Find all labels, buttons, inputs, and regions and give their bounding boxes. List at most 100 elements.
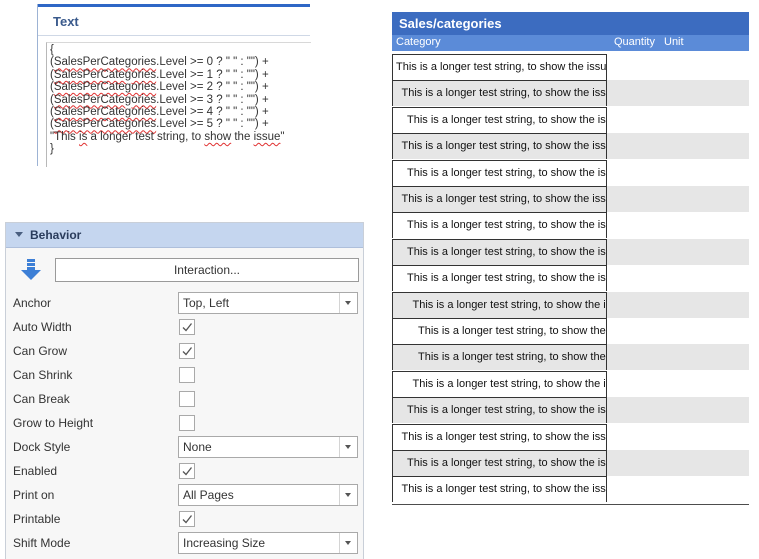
report-row: This is a longer test string, to show th… (392, 344, 749, 371)
category-cell: This is a longer test string, to show th… (392, 54, 607, 80)
category-text: This is a longer test string, to show th… (412, 298, 607, 311)
can-break-checkbox[interactable] (179, 391, 195, 407)
can-shrink-checkbox[interactable] (179, 367, 195, 383)
property-row-enabled: Enabled (6, 459, 363, 483)
category-text: This is a longer test string, to show th… (396, 61, 607, 73)
report-row: This is a longer test string, to show th… (392, 106, 749, 133)
category-text: This is a longer test string, to show th… (407, 272, 607, 285)
print-on-dropdown[interactable]: All Pages (178, 484, 358, 506)
property-label: Can Shrink (13, 368, 73, 382)
property-label: Can Break (13, 392, 70, 406)
triangle-down-icon[interactable] (15, 232, 23, 237)
property-row-printable: Printable (6, 507, 363, 531)
text-panel-header: Text (38, 7, 310, 36)
expression-line: { (50, 44, 54, 56)
category-cell: This is a longer test string, to show th… (392, 133, 607, 160)
dropdown-value: None (183, 440, 212, 454)
category-cell: This is a longer test string, to show th… (392, 80, 607, 107)
report-row: This is a longer test string, to show th… (392, 423, 749, 450)
report-preview: Sales/categories Category Quantity Unit … (392, 12, 749, 505)
category-text: This is a longer test string, to show th… (401, 140, 607, 153)
property-label: Anchor (13, 296, 52, 310)
column-header-unit: Unit (664, 36, 684, 48)
dropdown-value: All Pages (183, 488, 234, 502)
category-text: This is a longer test string, to show th… (407, 404, 607, 417)
text-panel-title: Text (53, 14, 79, 29)
report-row: This is a longer test string, to show th… (392, 291, 749, 318)
chevron-down-icon[interactable] (339, 533, 357, 553)
chevron-down-icon[interactable] (339, 437, 357, 457)
category-cell: This is a longer test string, to show th… (392, 212, 607, 239)
property-row-can-break: Can Break (6, 387, 363, 411)
behavior-property-grid: Behavior Interaction... Anchor Top, Left A… (5, 222, 364, 559)
category-cell: This is a longer test string, to show th… (392, 476, 607, 503)
property-label: Auto Width (13, 320, 72, 334)
dock-style-dropdown[interactable]: None (178, 436, 358, 458)
category-text: This is a longer test string, to show th… (401, 87, 607, 100)
expression-line: "This is a longer test string, to show t… (50, 130, 285, 143)
category-text: This is a longer test string, to show th… (407, 166, 607, 179)
category-cell: This is a longer test string, to show th… (392, 423, 607, 450)
category-cell: This is a longer test string, to show th… (392, 450, 607, 476)
report-column-header: Category Quantity Unit (392, 35, 749, 51)
checkmark-icon (182, 467, 193, 476)
report-row: This is a longer test string, to show th… (392, 133, 749, 160)
report-row: This is a longer test string, to show th… (392, 476, 749, 503)
report-row: This is a longer test string, to show th… (392, 238, 749, 265)
chevron-down-icon[interactable] (339, 485, 357, 505)
anchor-dropdown[interactable]: Top, Left (178, 292, 358, 314)
category-cell: This is a longer test string, to show th… (392, 397, 607, 424)
expression-editor[interactable]: {(SalesPerCategories.Level >= 0 ? " " : … (46, 42, 311, 167)
category-text: This is a longer test string, to show th… (418, 325, 606, 337)
property-row-shift-mode: Shift Mode Increasing Size (6, 531, 363, 555)
behavior-category-header[interactable]: Behavior (6, 223, 363, 248)
property-row-anchor: Anchor Top, Left (6, 291, 363, 315)
expression-line: (SalesPerCategories.Level >= 5 ? " " : "… (50, 118, 269, 131)
interaction-button[interactable]: Interaction... (55, 258, 359, 282)
printable-checkbox[interactable] (179, 511, 195, 527)
property-label: Grow to Height (13, 416, 94, 430)
category-text: This is a longer test string, to show th… (407, 113, 607, 126)
report-row: This is a longer test string, to show th… (392, 212, 749, 239)
can-grow-checkbox[interactable] (179, 343, 195, 359)
category-cell: This is a longer test string, to show th… (392, 291, 607, 318)
expression-line: } (50, 143, 54, 156)
report-group-header: Sales/categories (392, 12, 749, 35)
property-label: Can Grow (13, 344, 68, 358)
category-text: This is a longer test string, to show th… (412, 377, 607, 390)
property-label: Printable (13, 512, 61, 526)
property-row-can-shrink: Can Shrink (6, 363, 363, 387)
report-row: This is a longer test string, to show th… (392, 80, 749, 107)
report-row: This is a longer test string, to show th… (392, 397, 749, 424)
dropdown-value: Top, Left (183, 296, 230, 310)
report-row: This is a longer test string, to show th… (392, 450, 749, 476)
report-row: This is a longer test string, to show th… (392, 54, 749, 80)
property-row-print-on: Print on All Pages (6, 483, 363, 507)
auto-width-checkbox[interactable] (179, 319, 195, 335)
category-cell: This is a longer test string, to show th… (392, 106, 607, 133)
chevron-down-icon[interactable] (339, 293, 357, 313)
dropdown-value: Increasing Size (183, 536, 266, 550)
shift-mode-dropdown[interactable]: Increasing Size (178, 532, 358, 554)
category-cell: This is a longer test string, to show th… (392, 344, 607, 371)
category-text: This is a longer test string, to show th… (401, 483, 607, 496)
property-row-auto-width: Auto Width (6, 315, 363, 339)
category-text: This is a longer test string, to show th… (401, 430, 607, 443)
category-text: This is a longer test string, to show th… (407, 245, 607, 258)
arrow-down-icon[interactable] (20, 258, 42, 282)
category-cell: This is a longer test string, to show th… (392, 186, 607, 212)
behavior-category-title: Behavior (30, 228, 82, 242)
property-label: Print on (13, 488, 55, 502)
property-label: Shift Mode (13, 536, 71, 550)
grow-to-height-checkbox[interactable] (179, 415, 195, 431)
property-label: Dock Style (13, 440, 71, 454)
category-text: This is a longer test string, to show th… (418, 351, 606, 364)
category-cell: This is a longer test string, to show th… (392, 265, 607, 292)
property-row-dock-style: Dock Style None (6, 435, 363, 459)
checkmark-icon (182, 347, 193, 356)
expression-lines: {(SalesPerCategories.Level >= 0 ? " " : … (50, 44, 285, 156)
checkmark-icon (182, 515, 193, 524)
enabled-checkbox[interactable] (179, 463, 195, 479)
report-rows: This is a longer test string, to show th… (392, 54, 749, 505)
category-cell: This is a longer test string, to show th… (392, 370, 607, 397)
